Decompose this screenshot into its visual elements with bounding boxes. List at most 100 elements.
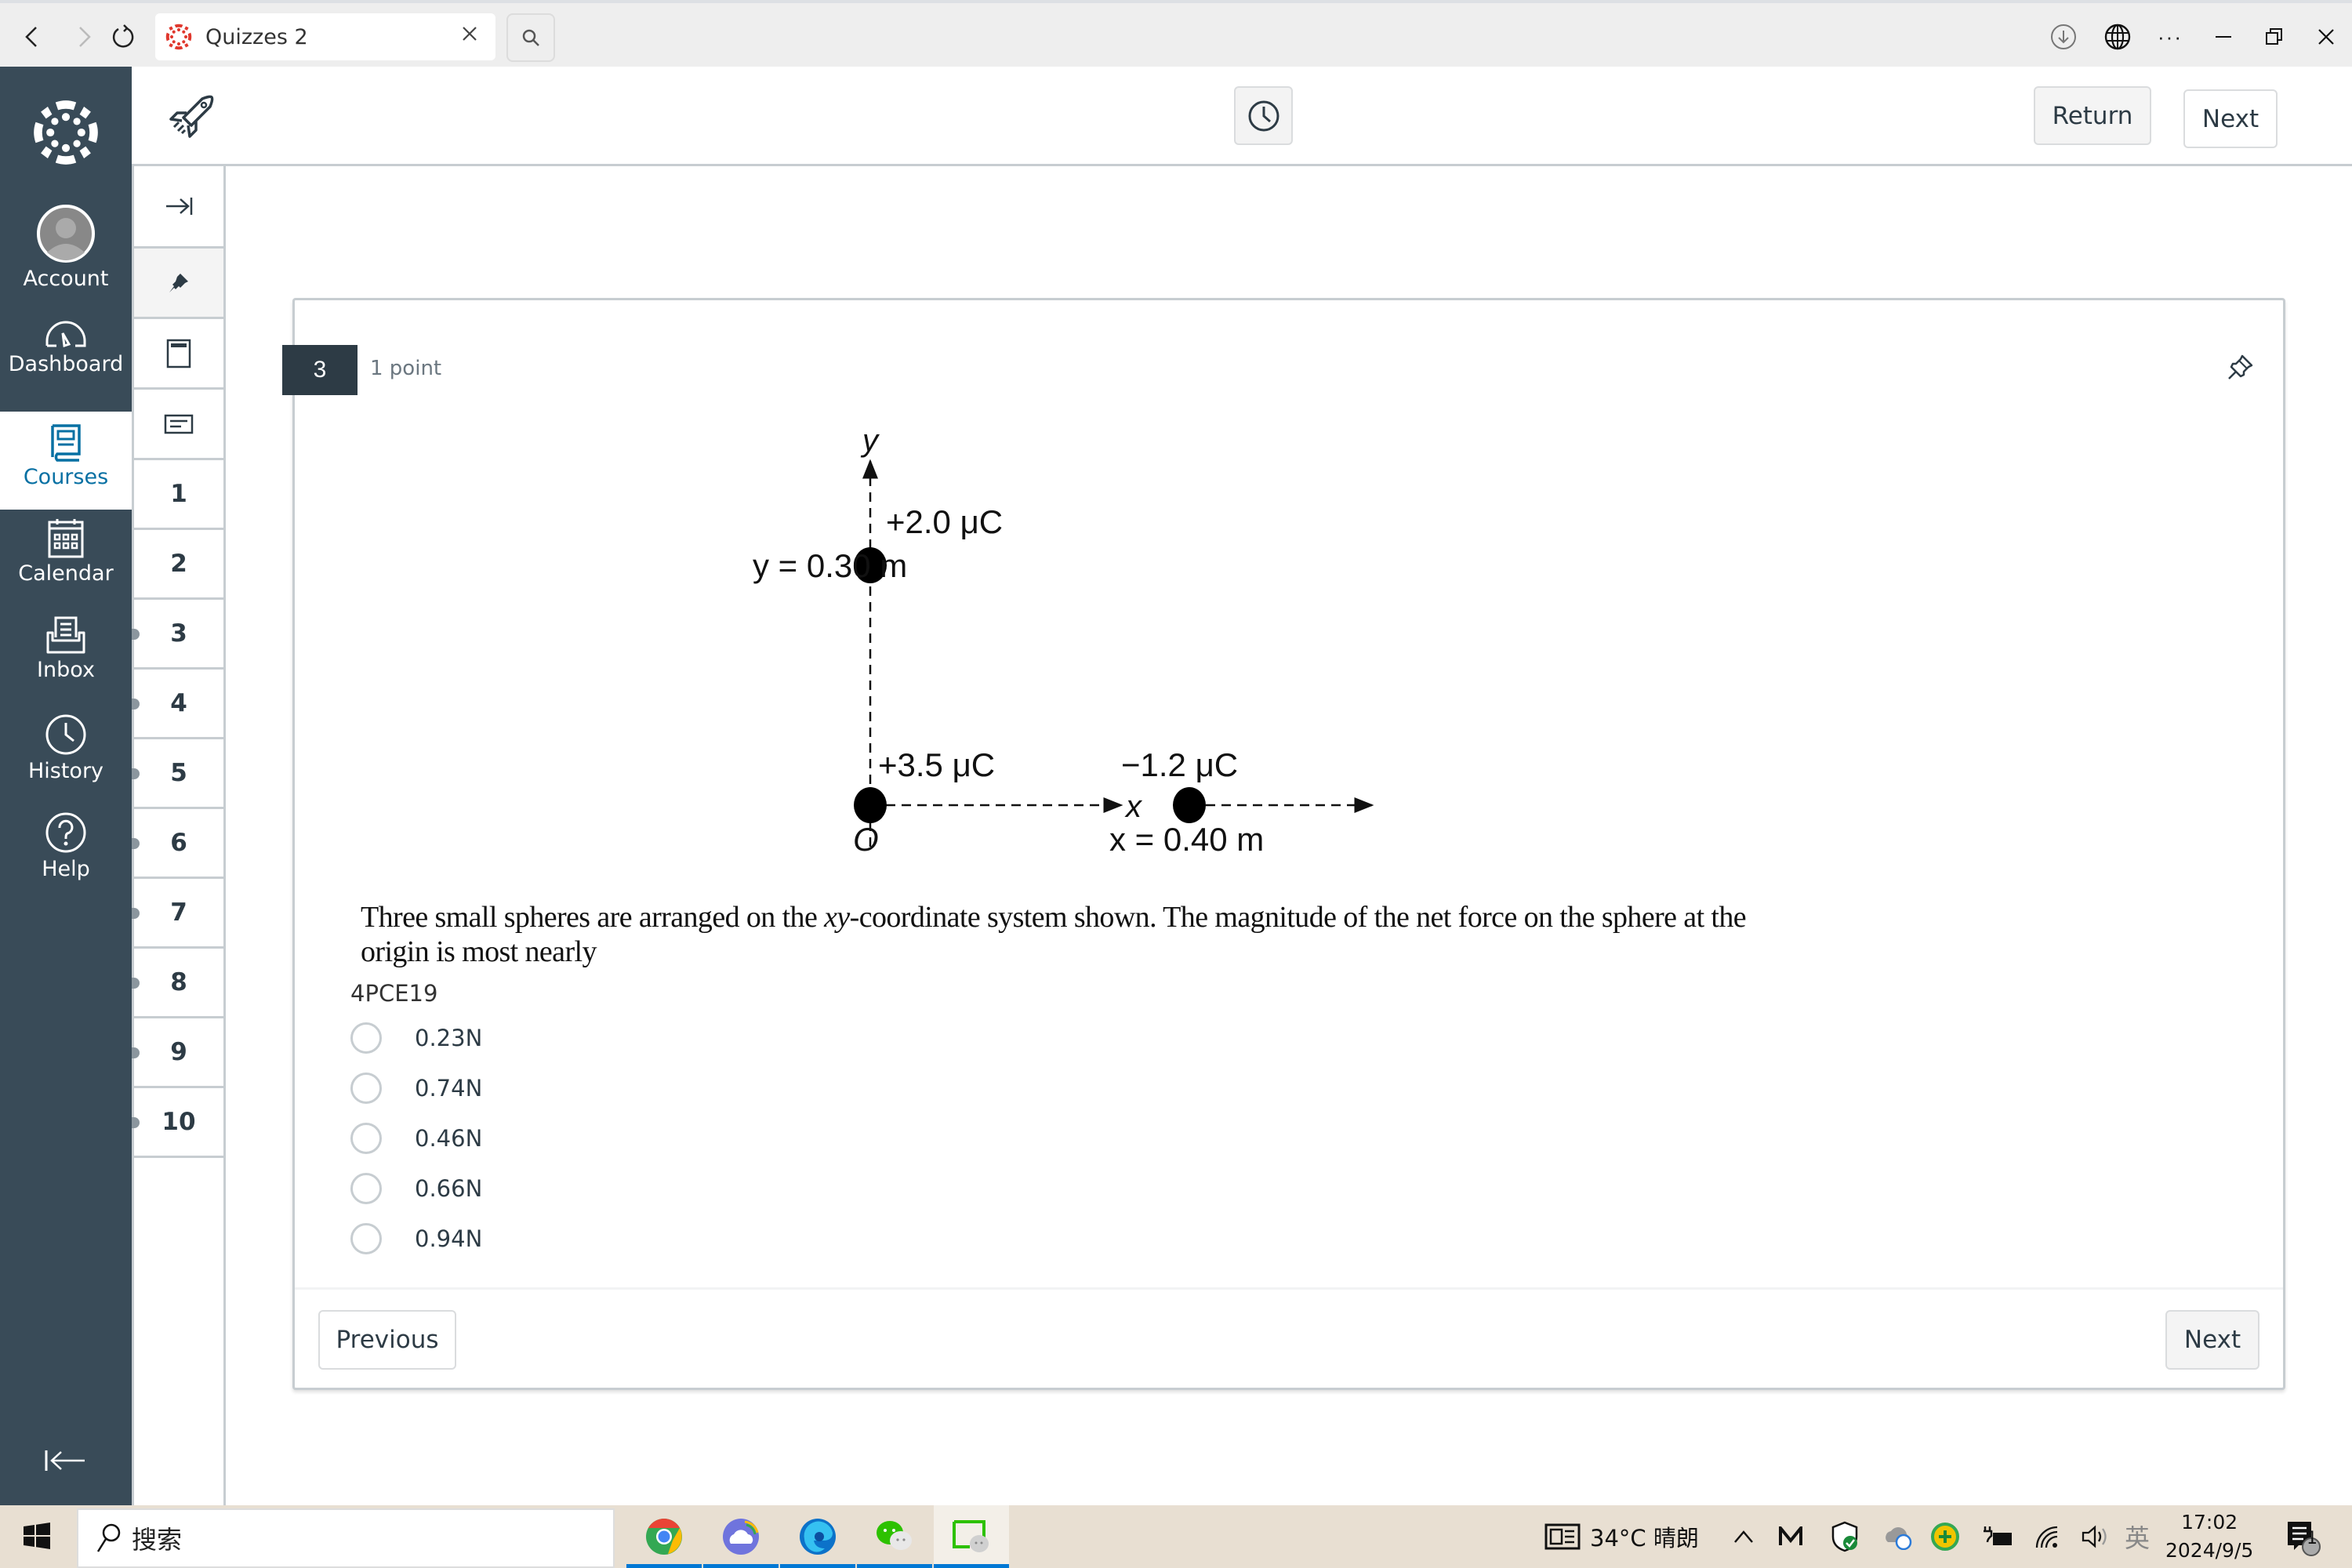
nav-item-help[interactable]: Help xyxy=(0,811,132,902)
taskbar-app-edge[interactable] xyxy=(780,1505,855,1568)
tray-ime[interactable]: 英 xyxy=(2125,1505,2150,1568)
calendar-icon xyxy=(48,519,84,558)
tray-app-m[interactable] xyxy=(1778,1505,1803,1568)
x-axis-label: x xyxy=(1124,789,1143,824)
nav-item-calendar[interactable]: Calendar xyxy=(0,517,132,608)
start-button[interactable] xyxy=(24,1523,50,1553)
question-nav-item[interactable]: 6 xyxy=(132,809,223,879)
tab-search-button[interactable] xyxy=(506,13,555,62)
expand-arrow-icon xyxy=(166,198,193,215)
next-label: Next xyxy=(2201,104,2259,133)
tab-close-button[interactable] xyxy=(461,23,478,48)
reload-button[interactable] xyxy=(103,17,143,56)
download-button[interactable] xyxy=(2044,17,2083,56)
question-nav-item[interactable]: 1 xyxy=(134,460,223,530)
answer-option[interactable]: 0.74N xyxy=(350,1066,482,1110)
nav-label: Help xyxy=(42,857,90,881)
radio-button[interactable] xyxy=(350,1073,382,1104)
radio-button[interactable] xyxy=(350,1223,382,1254)
timer-button[interactable] xyxy=(1234,86,1293,145)
m-app-icon xyxy=(1779,1526,1802,1545)
tray-app-plus[interactable] xyxy=(1931,1505,1959,1568)
answer-option[interactable]: 0.66N xyxy=(350,1167,482,1210)
question-list-view-button[interactable] xyxy=(134,319,223,390)
pinned-questions-button[interactable] xyxy=(134,249,223,319)
taskbar-app-wechat-work[interactable] xyxy=(934,1505,1009,1568)
pin-question-button[interactable] xyxy=(2227,353,2255,385)
sphere-origin xyxy=(854,787,887,823)
previous-button[interactable]: Previous xyxy=(318,1310,456,1370)
restore-button[interactable] xyxy=(2255,17,2294,56)
speaker-icon xyxy=(2082,1525,2107,1548)
question-nav-item[interactable]: 9 xyxy=(132,1018,223,1088)
download-icon xyxy=(2051,24,2076,49)
header-next-button[interactable]: Next xyxy=(2183,89,2278,148)
question-nav-item[interactable]: 4 xyxy=(132,670,223,739)
tray-volume[interactable] xyxy=(2081,1505,2111,1568)
taskbar-search[interactable]: 搜索 xyxy=(77,1508,615,1568)
browser-tab[interactable]: Quizzes 2 xyxy=(155,13,495,60)
minimize-button[interactable] xyxy=(2204,17,2243,56)
taskbar-app-wechat[interactable] xyxy=(857,1505,932,1568)
tray-network[interactable] xyxy=(2034,1505,2062,1568)
answer-option[interactable]: 0.94N xyxy=(350,1217,482,1261)
answer-option[interactable]: 0.46N xyxy=(350,1116,482,1160)
tray-battery[interactable] xyxy=(1982,1505,2013,1568)
charge-origin-label: +3.5 μC xyxy=(878,746,995,783)
tray-clock[interactable]: 17:02 2024/9/5 xyxy=(2165,1505,2253,1568)
canvas-logo[interactable] xyxy=(31,98,100,171)
nav-label: Inbox xyxy=(37,658,95,682)
expand-panel-button[interactable] xyxy=(134,166,223,249)
taskbar-app-weather[interactable] xyxy=(703,1505,779,1568)
question-nav-item[interactable]: 8 xyxy=(132,949,223,1018)
show-hidden-icons-button[interactable] xyxy=(1733,1505,1755,1568)
notification-center-button[interactable]: 1 xyxy=(2283,1505,2322,1568)
question-text-view-button[interactable] xyxy=(134,390,223,460)
question-nav-item[interactable]: 3 xyxy=(132,600,223,670)
footer-next-button[interactable]: Next xyxy=(2165,1310,2259,1370)
search-placeholder: 搜索 xyxy=(132,1525,183,1555)
nav-item-history[interactable]: History xyxy=(0,713,132,804)
nav-label: Courses xyxy=(23,465,109,489)
wifi-icon xyxy=(2035,1526,2058,1548)
nav-item-dashboard[interactable]: Dashboard xyxy=(0,318,132,404)
back-arrow-icon xyxy=(25,27,37,47)
question-code: 4PCE19 xyxy=(350,980,438,1007)
nav-label: Dashboard xyxy=(8,352,124,376)
radio-button[interactable] xyxy=(350,1123,382,1154)
translate-button[interactable] xyxy=(2098,17,2137,56)
window-close-button[interactable] xyxy=(2307,17,2346,56)
question-marker xyxy=(132,699,140,710)
nav-item-courses[interactable]: Courses xyxy=(0,412,132,510)
history-icon xyxy=(45,714,86,755)
question-nav-item[interactable]: 2 xyxy=(134,530,223,600)
nav-item-account[interactable]: Account xyxy=(0,204,132,298)
question-nav-item[interactable]: 5 xyxy=(132,739,223,809)
tray-onedrive[interactable] xyxy=(1883,1505,1913,1568)
taskbar-app-chrome[interactable] xyxy=(626,1505,702,1568)
search-icon xyxy=(522,29,539,46)
nav-item-inbox[interactable]: Inbox xyxy=(0,615,132,706)
radio-button[interactable] xyxy=(350,1022,382,1054)
question-marker xyxy=(132,629,140,640)
courses-icon xyxy=(51,424,81,462)
radio-button[interactable] xyxy=(350,1173,382,1204)
nav-label: Account xyxy=(23,267,109,291)
question-text: Three small spheres are arranged on the … xyxy=(361,901,1747,968)
forward-button[interactable] xyxy=(64,17,103,56)
tray-security[interactable] xyxy=(1831,1505,1859,1568)
answer-option[interactable]: 0.23N xyxy=(350,1016,482,1060)
back-button[interactable] xyxy=(13,17,52,56)
collapse-nav-button[interactable] xyxy=(44,1449,86,1476)
notification-badge: 1 xyxy=(2307,1529,2318,1548)
question-nav-item[interactable]: 10 xyxy=(132,1088,223,1158)
question-marker xyxy=(132,768,140,779)
rocket-logo xyxy=(168,94,216,142)
shield-check-icon xyxy=(1831,1521,1858,1552)
more-button[interactable]: ··· xyxy=(2151,17,2190,56)
return-button[interactable]: Return xyxy=(2034,86,2151,145)
weather-widget[interactable]: 34°C 晴朗 xyxy=(1544,1505,1699,1568)
avatar-icon xyxy=(37,205,95,263)
question-nav-item[interactable]: 7 xyxy=(132,879,223,949)
variable-xy: xy xyxy=(824,901,850,934)
